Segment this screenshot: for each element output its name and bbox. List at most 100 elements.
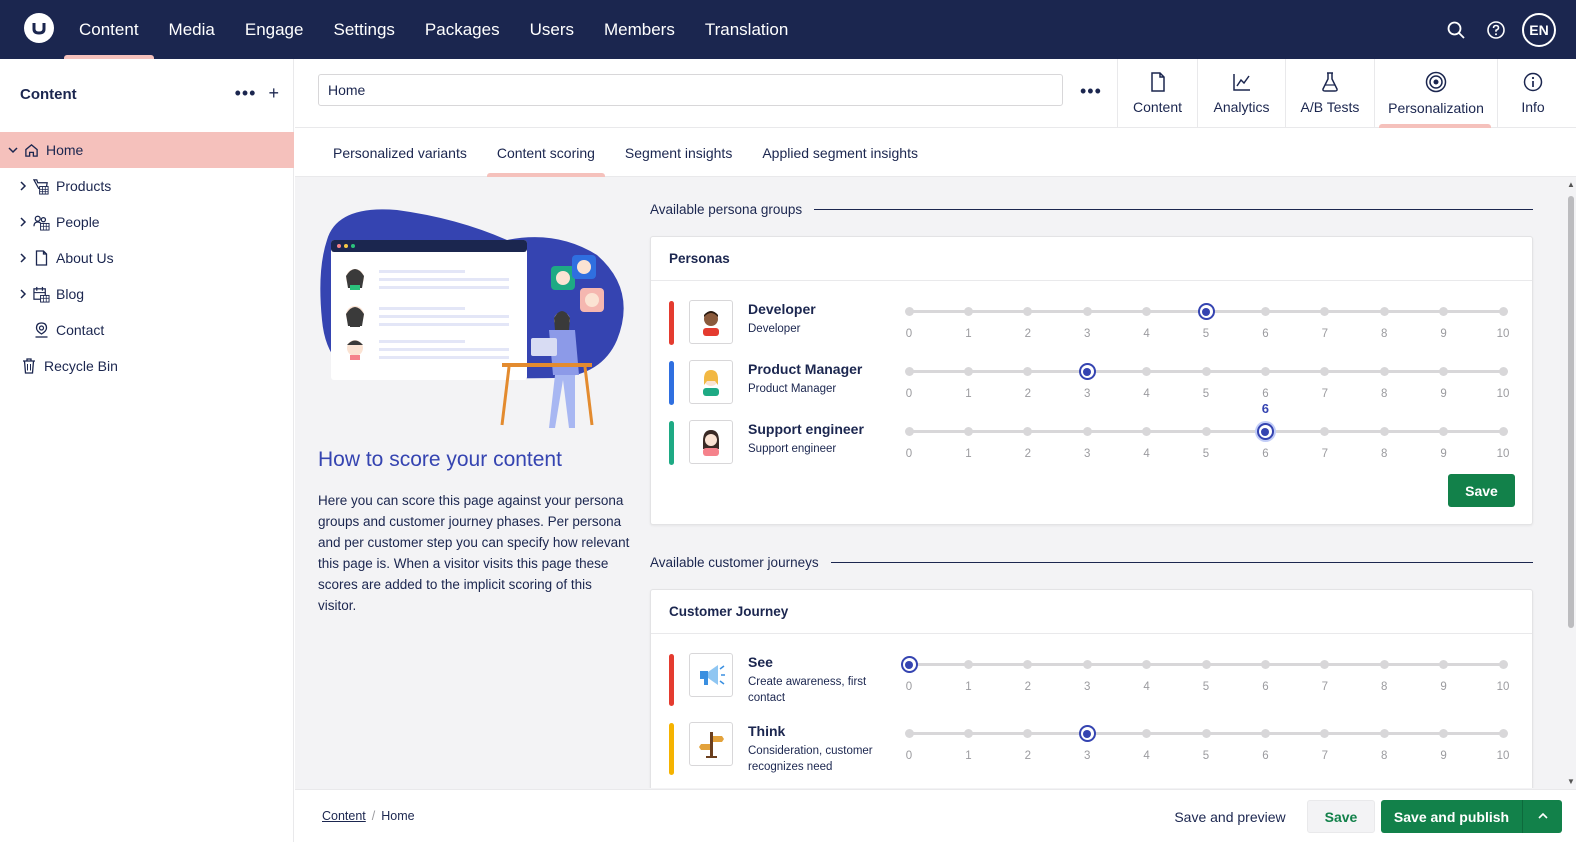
- slider-tick[interactable]: [904, 367, 914, 376]
- slider-handle[interactable]: [900, 656, 918, 673]
- app-analytics[interactable]: Analytics: [1197, 59, 1285, 128]
- umbraco-logo[interactable]: [24, 13, 54, 43]
- tree-item-home[interactable]: Home: [0, 132, 294, 168]
- nav-users[interactable]: Users: [515, 0, 589, 59]
- slider-tick[interactable]: [1498, 367, 1508, 376]
- slider-handle[interactable]: [1078, 363, 1096, 380]
- slider-tick[interactable]: [1260, 307, 1270, 316]
- tree-item-products[interactable]: Products: [0, 168, 294, 204]
- scroll-up-icon[interactable]: ▲: [1567, 180, 1575, 189]
- nav-packages[interactable]: Packages: [410, 0, 515, 59]
- slider-tick[interactable]: [1082, 427, 1092, 436]
- slider-tick[interactable]: [1439, 427, 1449, 436]
- journey-score-slider[interactable]: 0 1 2 3 4 5 6 7 8 9 10: [904, 722, 1509, 768]
- slider-tick[interactable]: [1201, 367, 1211, 376]
- chevron-right-icon[interactable]: [16, 253, 30, 263]
- slider-tick[interactable]: [1142, 367, 1152, 376]
- tree-item-blog[interactable]: Blog: [0, 276, 294, 312]
- slider-tick[interactable]: [1498, 307, 1508, 316]
- slider-tick[interactable]: [963, 307, 973, 316]
- tab-content-scoring[interactable]: Content scoring: [482, 128, 610, 177]
- slider-tick[interactable]: [1201, 660, 1211, 669]
- scroll-down-icon[interactable]: ▼: [1567, 777, 1575, 786]
- slider-handle[interactable]: [1197, 303, 1215, 320]
- persona-score-slider[interactable]: 0 1 2 3 4 5 6 7 8 9 10: [904, 360, 1509, 406]
- nav-translation[interactable]: Translation: [690, 0, 803, 59]
- slider-tick[interactable]: [1439, 307, 1449, 316]
- slider-tick[interactable]: [1142, 427, 1152, 436]
- slider-tick[interactable]: [1498, 427, 1508, 436]
- slider-tick[interactable]: [963, 367, 973, 376]
- help-icon[interactable]: [1476, 10, 1516, 50]
- save-and-publish-button[interactable]: Save and publish: [1381, 800, 1522, 833]
- slider-tick[interactable]: [1260, 729, 1270, 738]
- slider-tick[interactable]: [963, 660, 973, 669]
- slider-tick[interactable]: [1320, 427, 1330, 436]
- app-content[interactable]: Content: [1117, 59, 1197, 128]
- slider-tick[interactable]: [1142, 660, 1152, 669]
- slider-handle[interactable]: [1256, 423, 1274, 440]
- slider-tick[interactable]: [1201, 729, 1211, 738]
- slider-tick[interactable]: [904, 729, 914, 738]
- slider-tick[interactable]: [1142, 307, 1152, 316]
- slider-tick[interactable]: [1142, 729, 1152, 738]
- slider-tick[interactable]: [1379, 427, 1389, 436]
- slider-tick[interactable]: [1023, 307, 1033, 316]
- chevron-right-icon[interactable]: [16, 217, 30, 227]
- slider-tick[interactable]: [1379, 367, 1389, 376]
- slider-tick[interactable]: [1320, 660, 1330, 669]
- slider-tick[interactable]: [1379, 660, 1389, 669]
- chevron-right-icon[interactable]: [16, 289, 30, 299]
- slider-tick[interactable]: [1023, 660, 1033, 669]
- slider-tick[interactable]: [1379, 729, 1389, 738]
- slider-tick[interactable]: [1498, 729, 1508, 738]
- tree-item-people[interactable]: People: [0, 204, 294, 240]
- more-options-icon[interactable]: •••: [235, 83, 257, 104]
- slider-tick[interactable]: [1320, 729, 1330, 738]
- nav-settings[interactable]: Settings: [318, 0, 409, 59]
- slider-tick[interactable]: [1320, 367, 1330, 376]
- app-info[interactable]: Info: [1497, 59, 1568, 128]
- slider-tick[interactable]: [1260, 367, 1270, 376]
- chevron-right-icon[interactable]: [16, 181, 30, 191]
- app-personalization[interactable]: Personalization: [1374, 59, 1497, 128]
- add-icon[interactable]: +: [268, 83, 279, 104]
- persona-score-slider[interactable]: 0 1 2 3 4 5 6 7 8 9 10: [904, 300, 1509, 346]
- scrollbar-thumb[interactable]: [1568, 196, 1574, 628]
- slider-tick[interactable]: [1023, 367, 1033, 376]
- slider-tick[interactable]: [963, 427, 973, 436]
- slider-tick[interactable]: [1260, 660, 1270, 669]
- persona-score-slider[interactable]: 0 1 2 3 4 5 6 7 8 9 10 6: [904, 401, 1509, 466]
- publish-options-button[interactable]: [1522, 800, 1562, 833]
- nav-engage[interactable]: Engage: [230, 0, 319, 59]
- search-icon[interactable]: [1436, 10, 1476, 50]
- chevron-down-icon[interactable]: [6, 145, 20, 155]
- slider-handle[interactable]: [1078, 725, 1096, 742]
- slider-tick[interactable]: [1439, 660, 1449, 669]
- app-ab-tests[interactable]: A/B Tests: [1285, 59, 1374, 128]
- node-name-input[interactable]: [318, 74, 1063, 106]
- slider-tick[interactable]: [1023, 729, 1033, 738]
- tab-applied-segment-insights[interactable]: Applied segment insights: [747, 128, 933, 177]
- user-avatar[interactable]: EN: [1522, 12, 1556, 47]
- tree-item-contact[interactable]: Contact: [0, 312, 294, 348]
- tree-item-about-us[interactable]: About Us: [0, 240, 294, 276]
- journey-score-slider[interactable]: 0 1 2 3 4 5 6 7 8 9 10: [900, 653, 1509, 699]
- slider-tick[interactable]: [1023, 427, 1033, 436]
- slider-tick[interactable]: [904, 427, 914, 436]
- slider-tick[interactable]: [1439, 367, 1449, 376]
- breadcrumb-content[interactable]: Content: [322, 809, 366, 823]
- slider-tick[interactable]: [963, 729, 973, 738]
- tab-segment-insights[interactable]: Segment insights: [610, 128, 747, 177]
- nav-members[interactable]: Members: [589, 0, 690, 59]
- save-personas-button[interactable]: Save: [1448, 474, 1515, 507]
- slider-tick[interactable]: [1201, 427, 1211, 436]
- save-and-preview-button[interactable]: Save and preview: [1163, 800, 1297, 833]
- slider-tick[interactable]: [1439, 729, 1449, 738]
- slider-tick[interactable]: [1498, 660, 1508, 669]
- tab-personalized-variants[interactable]: Personalized variants: [318, 128, 482, 177]
- slider-tick[interactable]: [1320, 307, 1330, 316]
- save-button[interactable]: Save: [1307, 800, 1375, 833]
- tree-item-recycle-bin[interactable]: Recycle Bin: [0, 348, 294, 384]
- nav-media[interactable]: Media: [154, 0, 230, 59]
